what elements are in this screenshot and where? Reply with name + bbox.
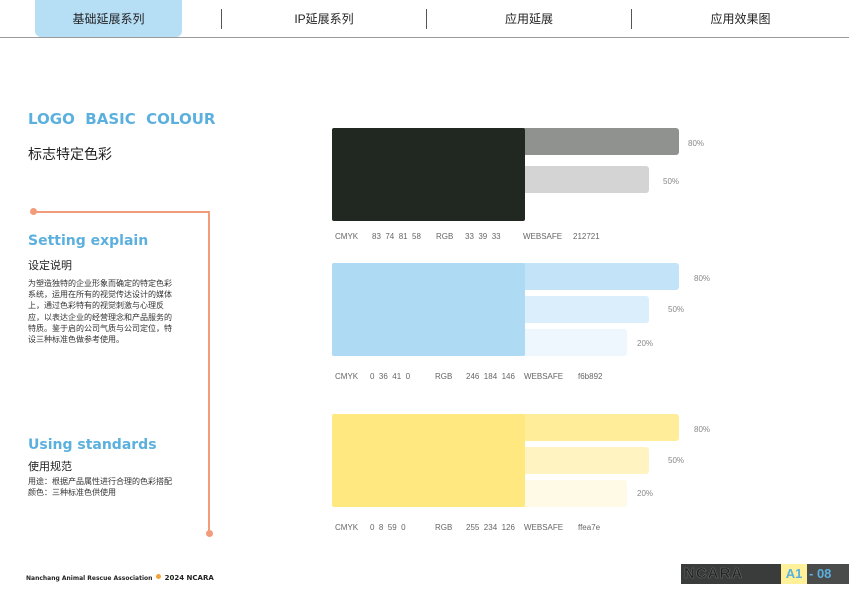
cmyk-value: 83 74 81 58: [372, 232, 421, 241]
standards-title-en: Using standards: [28, 437, 157, 453]
brand-logo: NCARA: [681, 564, 781, 584]
cmyk-label: CMYK: [335, 372, 359, 381]
cmyk-label: CMYK: [335, 523, 359, 532]
cmyk-value: 0 36 41 0: [370, 372, 411, 381]
section-title-cn: 标志特定色彩: [28, 147, 112, 163]
tint-bar-50: [524, 296, 649, 323]
timeline-dot: [206, 530, 213, 537]
timeline-line: [33, 211, 210, 213]
tint-bar-80: [524, 263, 679, 290]
tint-label: 50%: [663, 177, 680, 186]
footer-year: 2024 NCARA: [164, 574, 214, 582]
main-swatch: [332, 263, 525, 356]
footer-credit: Nanchang Animal Rescue Association 2024 …: [26, 574, 214, 582]
paragraph-line: 应，以表达企业的经营理念和产品服务的: [28, 312, 172, 322]
tint-label: 80%: [694, 425, 711, 434]
main-swatch: [332, 128, 525, 221]
tint-bar-20: [524, 480, 627, 507]
page-number: - 08: [809, 566, 832, 581]
tint-label: 80%: [694, 274, 711, 283]
rgb-value: 33 39 33: [465, 232, 501, 241]
paragraph-line: 颜色：三种标准色供使用: [28, 488, 116, 498]
tab-application-extension[interactable]: 应用延展: [427, 0, 631, 37]
tint-label: 50%: [668, 456, 685, 465]
websafe-value: 212721: [573, 232, 600, 241]
paragraph-line: 特质。鉴于启的公司气质与公司定位，特: [28, 323, 172, 333]
standards-title-cn: 使用规范: [28, 460, 72, 473]
tab-ip-extension[interactable]: IP延展系列: [222, 0, 426, 37]
explain-paragraph: 为塑造独特的企业形象而确定的特定色彩 系统，运用在所有的视觉传达设计的媒体 上，…: [28, 278, 172, 345]
timeline-line: [208, 211, 210, 533]
tint-bar-80: [524, 128, 679, 155]
tint-bar-80: [524, 414, 679, 441]
paragraph-line: 为塑造独特的企业形象而确定的特定色彩: [28, 279, 172, 288]
logo-text: NCARA: [684, 565, 744, 583]
paragraph-line: 设三种标准色做参考使用。: [28, 335, 124, 345]
rgb-label: RGB: [435, 523, 453, 532]
cmyk-value: 0 8 59 0: [370, 523, 406, 532]
rgb-label: RGB: [436, 232, 454, 241]
websafe-label: WEBSAFE: [524, 372, 564, 381]
cmyk-label: CMYK: [335, 232, 359, 241]
paragraph-line: 用途：根据产品属性进行合理的色彩搭配: [28, 477, 172, 486]
top-nav: 基础延展系列 IP延展系列 应用延展 应用效果图: [0, 0, 849, 38]
tint-label: 80%: [688, 139, 705, 148]
rgb-value: 246 184 146: [466, 372, 515, 381]
explain-title-cn: 设定说明: [28, 259, 72, 272]
paragraph-line: 系统，运用在所有的视觉传达设计的媒体: [28, 290, 172, 300]
tint-bar-50: [524, 166, 649, 193]
page-indicator: A1 - 08: [781, 564, 849, 584]
explain-title-en: Setting explain: [28, 233, 149, 249]
tint-label: 20%: [637, 489, 654, 498]
org-name: Nanchang Animal Rescue Association: [26, 575, 153, 582]
websafe-label: WEBSAFE: [524, 523, 564, 532]
websafe-value: f6b892: [578, 372, 603, 381]
standards-paragraph: 用途：根据产品属性进行合理的色彩搭配 颜色：三种标准色供使用: [28, 476, 172, 498]
tint-bar-20: [524, 329, 627, 356]
tint-label: 20%: [637, 339, 654, 348]
page-section: A1: [781, 564, 807, 584]
tab-basic-extension[interactable]: 基础延展系列: [35, 0, 182, 37]
rgb-label: RGB: [435, 372, 453, 381]
section-title-en: LOGO BASIC COLOUR: [28, 110, 216, 128]
paragraph-line: 上，通过色彩特有的视觉刺激与心理反: [28, 301, 164, 311]
tab-application-renderings[interactable]: 应用效果图: [632, 0, 849, 37]
websafe-label: WEBSAFE: [523, 232, 563, 241]
tint-label: 50%: [668, 305, 685, 314]
paw-icon: [155, 574, 161, 579]
timeline-dot: [30, 208, 37, 215]
rgb-value: 255 234 126: [466, 523, 515, 532]
main-swatch: [332, 414, 525, 507]
tint-bar-50: [524, 447, 649, 474]
websafe-value: ffea7e: [578, 523, 601, 532]
